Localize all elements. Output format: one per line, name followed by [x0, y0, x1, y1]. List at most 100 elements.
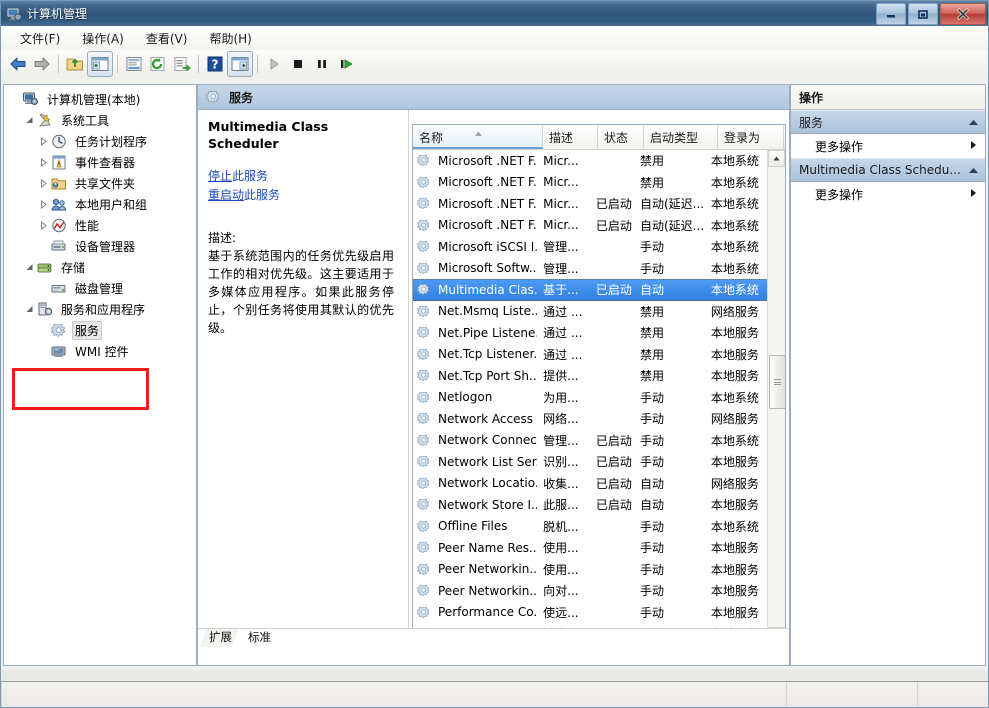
list-vertical-scrollbar[interactable]: [767, 150, 785, 644]
tab-extended[interactable]: 扩展: [200, 629, 239, 647]
table-row[interactable]: Peer Networkin...向对...手动本地服务: [413, 580, 768, 602]
tree-node-computer-management[interactable]: 计算机管理(本地): [8, 89, 196, 110]
table-row[interactable]: Offline Files脱机...手动本地系统: [413, 516, 768, 538]
scrollbar-thumb[interactable]: [769, 355, 786, 409]
column-header-label: 启动类型: [650, 131, 698, 145]
expander-expanded-icon[interactable]: [22, 114, 36, 128]
service-gear-icon: [417, 606, 433, 619]
expander-collapsed-icon[interactable]: [36, 177, 50, 191]
tree-node-system-tools[interactable]: 系统工具: [8, 110, 196, 131]
list-rows[interactable]: Microsoft .NET F...Micr...禁用本地系统Microsof…: [413, 150, 768, 644]
tree-label: 事件查看器: [72, 153, 138, 172]
actions-group-selected-service[interactable]: Multimedia Class Schedu...: [791, 158, 985, 182]
pause-service-icon[interactable]: [310, 52, 334, 76]
table-row[interactable]: Microsoft .NET F...Micr...已启动自动(延迟...本地系…: [413, 215, 768, 237]
maximize-button[interactable]: [908, 3, 938, 25]
tree-node-performance[interactable]: 性能: [8, 215, 196, 236]
expander-collapsed-icon[interactable]: [36, 219, 50, 233]
table-row[interactable]: Network Connec...管理...已启动手动本地系统: [413, 430, 768, 452]
table-row[interactable]: Multimedia Clas...基于...已启动自动本地系统: [413, 279, 768, 301]
service-gear-icon: [417, 154, 433, 167]
forward-icon[interactable]: [30, 52, 54, 76]
close-button[interactable]: [940, 3, 986, 25]
services-list[interactable]: 名称 描述 状态 启动类型 登录: [412, 124, 786, 645]
table-row[interactable]: Net.Tcp Port Sh...提供...禁用本地服务: [413, 365, 768, 387]
tree-node-disk-management[interactable]: 磁盘管理: [8, 278, 196, 299]
show-hide-tree-icon[interactable]: [87, 51, 113, 77]
restart-service-icon[interactable]: [334, 52, 358, 76]
actions-pane: 操作 服务 更多操作 Multimedia Class Schedu...: [790, 84, 986, 666]
tab-standard[interactable]: 标准: [239, 629, 278, 647]
local-users-groups-icon: [50, 197, 68, 213]
tree-node-storage[interactable]: 存储: [8, 257, 196, 278]
results-pane: 服务 Multimedia Class Scheduler 停止此服务 重启动此…: [197, 84, 790, 666]
action-more-actions-services[interactable]: 更多操作: [791, 134, 985, 158]
column-header-status[interactable]: 状态: [598, 125, 644, 149]
scroll-up-button[interactable]: [768, 150, 785, 167]
tree-node-event-viewer[interactable]: 事件查看器: [8, 152, 196, 173]
menu-help[interactable]: 帮助(H): [198, 27, 262, 50]
table-row[interactable]: Netlogon为用...手动本地系统: [413, 387, 768, 409]
service-name: Peer Networkin...: [438, 584, 537, 598]
column-header-description[interactable]: 描述: [543, 125, 598, 149]
tree-node-shared-folders[interactable]: 共享文件夹: [8, 173, 196, 194]
column-header-name[interactable]: 名称: [413, 125, 543, 149]
show-action-pane-icon[interactable]: [227, 51, 253, 77]
expander-expanded-icon[interactable]: [22, 303, 36, 317]
back-icon[interactable]: [6, 52, 30, 76]
table-row[interactable]: Network Locatio...收集...已启动自动网络服务: [413, 473, 768, 495]
expander-collapsed-icon[interactable]: [36, 156, 50, 170]
properties-icon[interactable]: [122, 52, 146, 76]
stop-service-icon[interactable]: [286, 52, 310, 76]
table-row[interactable]: Net.Tcp Listener...通过 ...禁用本地服务: [413, 344, 768, 366]
system-tools-icon: [36, 113, 54, 129]
tree-node-services-and-applications[interactable]: 服务和应用程序: [8, 299, 196, 320]
column-header-startup-type[interactable]: 启动类型: [644, 125, 718, 149]
tree-node-wmi-control[interactable]: WMI 控件: [8, 341, 196, 362]
cell-startup-type: 手动: [634, 518, 705, 535]
table-row[interactable]: Peer Name Res...使用...手动本地服务: [413, 537, 768, 559]
refresh-icon[interactable]: [146, 52, 170, 76]
table-row[interactable]: Net.Msmq Liste...通过 ...禁用网络服务: [413, 301, 768, 323]
column-header-log-on-as[interactable]: 登录为: [718, 125, 784, 149]
cell-startup-type: 禁用: [634, 324, 705, 341]
stop-service-link[interactable]: 停止: [208, 169, 232, 183]
chevron-up-icon[interactable]: [968, 115, 979, 129]
table-row[interactable]: Network Store I...此服...已启动自动本地服务: [413, 494, 768, 516]
table-row[interactable]: Network Access ...网络...手动网络服务: [413, 408, 768, 430]
event-viewer-icon: [50, 155, 68, 171]
table-row[interactable]: Network List Ser...识别...已启动手动本地服务: [413, 451, 768, 473]
tree-node-device-manager[interactable]: 设备管理器: [8, 236, 196, 257]
table-row[interactable]: Microsoft iSCSI I...管理...手动本地系统: [413, 236, 768, 258]
table-row[interactable]: Microsoft .NET F...Micr...禁用本地系统: [413, 172, 768, 194]
tree-node-task-scheduler[interactable]: 任务计划程序: [8, 131, 196, 152]
menu-file[interactable]: 文件(F): [9, 27, 71, 50]
actions-group-services[interactable]: 服务: [791, 110, 985, 134]
table-row[interactable]: Performance Co...使远...手动本地服务: [413, 602, 768, 624]
menu-action[interactable]: 操作(A): [71, 27, 135, 50]
tree-label: 计算机管理(本地): [44, 90, 143, 109]
minimize-button[interactable]: [876, 3, 906, 25]
table-row[interactable]: Net.Pipe Listene...通过 ...禁用本地服务: [413, 322, 768, 344]
tree-node-local-users-groups[interactable]: 本地用户和组: [8, 194, 196, 215]
help-icon[interactable]: ?: [203, 52, 227, 76]
table-row[interactable]: Peer Networkin...使用...手动本地服务: [413, 559, 768, 581]
expander-collapsed-icon[interactable]: [36, 135, 50, 149]
console-tree-pane[interactable]: 计算机管理(本地) 系统工具: [3, 84, 197, 666]
expander-collapsed-icon[interactable]: [36, 198, 50, 212]
menu-view[interactable]: 查看(V): [135, 27, 199, 50]
export-list-icon[interactable]: [170, 52, 194, 76]
table-row[interactable]: Microsoft .NET F...Micr...禁用本地系统: [413, 150, 768, 172]
cell-name: Network Locatio...: [413, 476, 537, 490]
table-row[interactable]: Microsoft .NET F...Micr...已启动自动(延迟...本地系…: [413, 193, 768, 215]
expander-expanded-icon[interactable]: [22, 261, 36, 275]
restart-service-link[interactable]: 重启动: [208, 188, 244, 202]
service-gear-icon: [417, 305, 433, 318]
up-folder-icon[interactable]: [63, 52, 87, 76]
table-row[interactable]: Microsoft Softw...管理...手动本地系统: [413, 258, 768, 280]
action-more-actions-selected-service[interactable]: 更多操作: [791, 182, 985, 206]
service-gear-icon: [417, 412, 433, 425]
tree-node-services[interactable]: 服务: [8, 320, 196, 341]
chevron-up-icon[interactable]: [968, 163, 979, 177]
start-service-icon[interactable]: [262, 52, 286, 76]
